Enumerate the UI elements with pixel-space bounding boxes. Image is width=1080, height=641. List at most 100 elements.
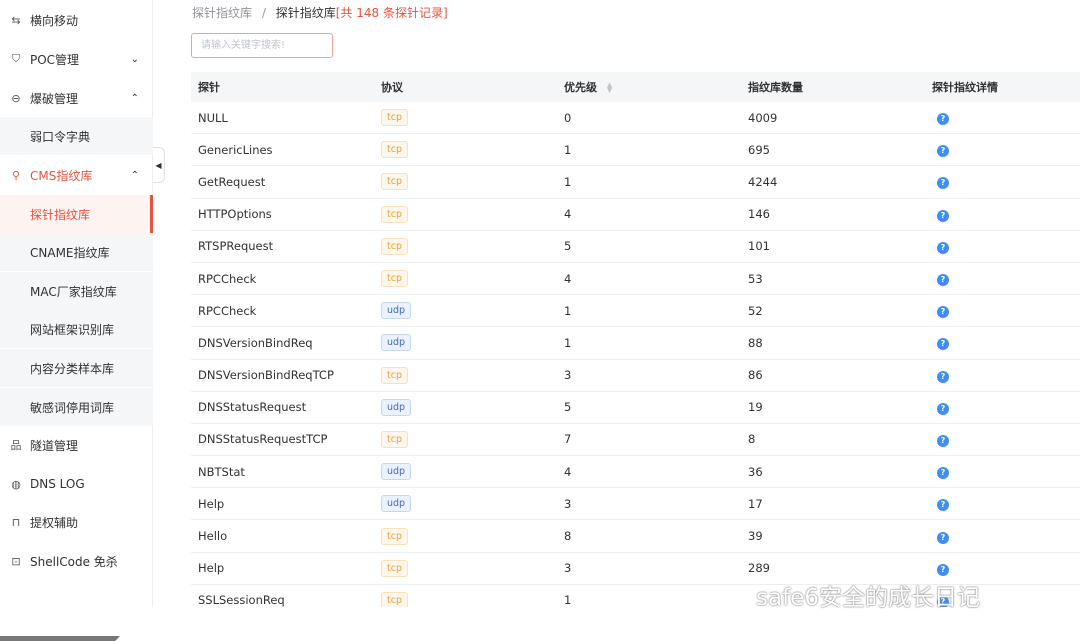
table-row: Help udp 3 17? [191,488,1080,521]
probe-name: RPCCheck [198,271,257,286]
sidebar-item-content-classification[interactable]: 内容分类样本库 [0,349,153,387]
priority-cell: 1 [564,335,572,350]
details-cell: ? [926,174,1080,190]
probe-table: 探针 协议 优先级 ▲ ▼ 指纹库数量 探针指纹详情 NULL tcp 0 4009? G… [191,72,1080,617]
details-cell: ? [926,400,1080,415]
watermark: safe6安全的成长日记 [756,585,980,611]
sidebar-item-cname-fingerprint[interactable]: CNAME指纹库 [0,233,153,271]
info-icon[interactable]: ? [937,531,949,544]
sidebar-item-probe-fingerprint[interactable]: 探针指纹库 [0,195,153,233]
info-icon[interactable]: ? [937,209,949,222]
info-icon[interactable]: ? [937,370,949,383]
sidebar-item-label: 横向移动 [30,13,79,28]
sidebar-item-label: CMS指纹库 [30,168,93,183]
protocol-tag: tcp [381,559,408,577]
sidebar-item-label: 内容分类样本库 [30,361,115,376]
table-row: GenericLines tcp 1 695? [191,134,1080,167]
sidebar-item-label: ShellCode 免杀 [30,554,118,569]
count-cell: 146 [748,207,770,222]
probe-name: Help [198,496,225,511]
protocol-cell: tcp [374,270,558,288]
protocol-tag: udp [381,463,412,481]
sidebar-item-dns-log[interactable]: ◍ DNS LOG [0,465,153,503]
terminal-icon: ⊡ [11,554,21,568]
sidebar-collapse-button[interactable]: ◀ [153,147,165,183]
count-cell: 17 [748,496,763,511]
info-icon[interactable]: ? [937,177,949,190]
chevron-down-icon: ⌄ [130,53,139,65]
sidebar-item-web-framework[interactable]: 网站框架识别库 [0,310,153,348]
sidebar-item-weak-password[interactable]: 弱口令字典 [0,117,153,155]
protocol-tag: tcp [381,173,408,191]
sidebar: ⇆ 横向移动 ⛉ POC管理 ⌄ ⊖ 爆破管理 ⌃ 弱口令字典 ⚲ CMS指纹库… [0,0,153,607]
details-cell: ? [926,496,1080,512]
sidebar-item-label: POC管理 [30,52,80,67]
count-cell: 19 [748,400,763,415]
column-header-priority[interactable]: 优先级 ▲ ▼ [558,79,742,95]
sidebar-item-label: 弱口令字典 [30,129,91,144]
info-icon[interactable]: ? [937,145,949,158]
protocol-cell: tcp [374,109,558,127]
sidebar-item-label: DNS LOG [30,477,85,491]
breadcrumb-parent[interactable]: 探针指纹库 [192,6,252,20]
probe-name: DNSStatusRequest [198,400,307,415]
sidebar-item-sensitive-words[interactable]: 敏感词停用词库 [0,388,153,426]
swap-icon: ⇆ [11,13,21,27]
column-header-count: 指纹库数量 [748,81,803,94]
protocol-tag: udp [381,495,412,513]
protocol-cell: tcp [374,430,558,448]
caret-left-icon: ◀ [155,160,162,170]
sidebar-item-label: 隧道管理 [30,438,79,453]
details-cell: ? [926,561,1080,576]
sidebar-item-mac-vendor[interactable]: MAC厂家指纹库 [0,272,153,310]
search-icon: ⚲ [11,168,21,182]
info-icon[interactable]: ? [937,274,949,287]
protocol-tag: tcp [381,270,408,288]
details-cell: ? [926,271,1080,287]
sidebar-item-cms-fingerprint[interactable]: ⚲ CMS指纹库 ⌃ [0,156,153,194]
protocol-tag: tcp [381,430,408,448]
protocol-cell: tcp [374,205,558,223]
search-input[interactable] [191,33,333,58]
probe-name: RPCCheck [198,303,257,318]
sidebar-item-label: 敏感词停用词库 [30,400,115,415]
sidebar-item-bruteforce[interactable]: ⊖ 爆破管理 ⌃ [0,79,153,117]
protocol-tag: tcp [381,527,408,545]
table-row: DNSVersionBindReqTCP tcp 3 86? [191,360,1080,392]
protocol-tag: tcp [381,141,408,159]
sidebar-item-lateral-movement[interactable]: ⇆ 横向移动 [0,1,153,39]
probe-name: DNSStatusRequestTCP [198,432,328,447]
sidebar-item-privilege-escalation[interactable]: ⊓ 提权辅助 [0,503,153,541]
priority-cell: 1 [564,142,572,157]
info-icon[interactable]: ? [937,113,949,126]
sidebar-item-label: 探针指纹库 [30,207,91,222]
protocol-cell: udp [374,463,558,481]
info-icon[interactable]: ? [937,306,949,319]
info-icon[interactable]: ? [937,434,949,447]
sidebar-item-tunnel[interactable]: 品 隧道管理 [0,426,153,464]
breadcrumb: 探针指纹库 / 探针指纹库[共 148 条探针记录] [192,4,448,21]
table-row: RPCCheck udp 1 52? [191,295,1080,328]
info-icon[interactable]: ? [937,499,949,512]
count-cell: 289 [748,561,770,576]
info-icon[interactable]: ? [937,241,949,254]
count-cell: 36 [748,464,763,479]
details-cell: ? [926,335,1080,351]
sort-icon[interactable]: ▲ ▼ [607,82,612,94]
shield-icon: ⛉ [11,52,21,65]
protocol-tag: tcp [381,366,408,384]
protocol-cell: tcp [374,237,558,255]
sidebar-item-label: CNAME指纹库 [30,245,110,260]
probe-name: Hello [198,529,228,544]
sidebar-item-shellcode[interactable]: ⊡ ShellCode 免杀 [0,542,153,580]
table-body: NULL tcp 0 4009? GenericLines tcp 1 695? GetRequ… [191,102,1080,617]
info-icon[interactable]: ? [937,402,949,415]
column-header-probe: 探针 [198,81,220,94]
sidebar-item-label: 网站框架识别库 [30,322,115,337]
priority-cell: 4 [564,464,572,479]
scrollbar[interactable] [0,636,120,641]
sidebar-item-poc[interactable]: ⛉ POC管理 ⌄ [0,40,153,78]
info-icon[interactable]: ? [937,338,949,351]
info-icon[interactable]: ? [937,467,949,480]
info-icon[interactable]: ? [937,563,949,576]
